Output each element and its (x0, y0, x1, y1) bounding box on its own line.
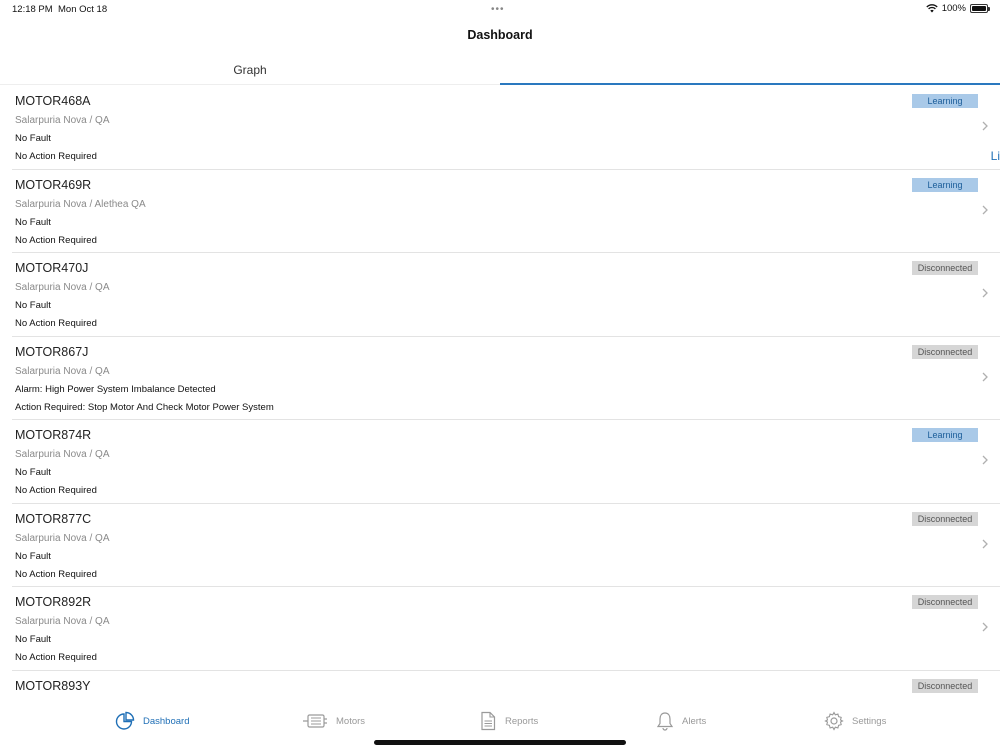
motor-location: Salarpuria Nova / QA (15, 616, 110, 627)
motor-row[interactable]: MOTOR892R Salarpuria Nova / QA No Fault … (12, 587, 1000, 671)
motor-row[interactable]: MOTOR874R Salarpuria Nova / QA No Fault … (12, 420, 1000, 504)
multitasking-dots[interactable]: ••• (491, 4, 505, 15)
motor-location: Salarpuria Nova / QA (15, 282, 110, 293)
status-badge: Learning (912, 428, 978, 442)
tab-graph[interactable]: Graph (0, 55, 500, 85)
motor-name: MOTOR469R (15, 177, 92, 192)
motor-row[interactable]: MOTOR469R Salarpuria Nova / Alethea QA N… (12, 170, 1000, 253)
motor-name: MOTOR468A (15, 94, 91, 108)
motor-name: MOTOR867J (15, 344, 89, 359)
tab-reports[interactable]: Reports (479, 710, 538, 732)
chevron-right-icon (982, 622, 988, 632)
motor-fault: No Fault (15, 467, 51, 478)
chevron-right-icon (982, 539, 988, 548)
motor-row[interactable]: MOTOR867J Salarpuria Nova / QA Alarm: Hi… (12, 337, 1000, 420)
motor-fault: No Fault (15, 300, 51, 311)
status-badge: Learning (912, 177, 978, 192)
tab-dashboard-label: Dashboard (143, 715, 190, 727)
battery-icon (970, 4, 990, 13)
tab-motors-label: Motors (336, 715, 366, 727)
segmented-control: Graph List (0, 55, 1000, 163)
motor-location: Salarpuria Nova / Alethea QA (15, 198, 146, 210)
motor-location: Salarpuria Nova / QA (15, 365, 110, 377)
motor-location: Salarpuria Nova / QA (15, 449, 110, 460)
status-badge: Disconnected (912, 678, 978, 693)
status-time: 12:18 PM (12, 4, 53, 15)
wifi-icon (926, 4, 938, 13)
motor-action: No Action Required (15, 652, 97, 663)
status-badge: Disconnected (912, 261, 978, 275)
tab-settings[interactable]: Settings (824, 710, 886, 732)
document-icon (481, 711, 496, 731)
pie-chart-icon (115, 711, 135, 730)
motor-action: No Action Required (15, 151, 97, 162)
motor-fault: No Fault (15, 634, 51, 645)
motor-fault: No Fault (15, 550, 51, 562)
motor-location: Salarpuria Nova / QA (15, 115, 110, 126)
motor-name: MOTOR877C (15, 511, 92, 526)
tab-alerts-label: Alerts (682, 715, 707, 727)
status-badge: Disconnected (912, 511, 978, 526)
battery-fill (972, 6, 986, 11)
motor-fault: No Fault (15, 216, 51, 228)
battery-percent: 100% (941, 3, 966, 14)
status-badge: Disconnected (912, 595, 978, 609)
motor-action: No Action Required (15, 234, 97, 246)
motor-name: MOTOR470J (15, 261, 89, 275)
tab-settings-label: Settings (852, 715, 887, 727)
motor-row[interactable]: MOTOR470J Salarpuria Nova / QA No Fault … (12, 253, 1000, 337)
motor-action: No Action Required (15, 568, 97, 580)
motor-row[interactable]: MOTOR468A Salarpuria Nova / QA No Fault … (12, 86, 1000, 170)
chevron-right-icon (982, 455, 988, 465)
motor-row[interactable]: MOTOR877C Salarpuria Nova / QA No Fault … (12, 504, 1000, 587)
status-bar: 12:18 PM Mon Oct 18 ••• 100% (0, 0, 1000, 18)
motor-fault: Alarm: High Power System Imbalance Detec… (15, 383, 216, 395)
selected-tab-indicator (500, 83, 1000, 85)
chevron-right-icon (982, 288, 988, 298)
home-indicator[interactable] (374, 740, 626, 745)
motor-row[interactable]: MOTOR893Y Salarpuria Nova / QA Disconnec… (12, 671, 1000, 700)
status-right: 100% (926, 3, 990, 14)
gear-icon (824, 711, 844, 731)
status-badge: Disconnected (912, 344, 978, 359)
motor-name: MOTOR874R (15, 428, 92, 442)
motor-location: Salarpuria Nova / QA (15, 532, 110, 544)
motor-icon (303, 714, 327, 728)
chevron-right-icon (982, 372, 988, 381)
chevron-right-icon (982, 121, 988, 131)
tab-reports-label: Reports (505, 715, 539, 727)
status-date: Mon Oct 18 (58, 4, 108, 15)
tab-motors[interactable]: Motors (302, 710, 365, 732)
motor-list[interactable]: MOTOR468A Salarpuria Nova / QA No Fault … (0, 86, 1000, 700)
motor-action: No Action Required (15, 318, 97, 329)
status-badge: Learning (912, 94, 978, 108)
bell-icon (656, 712, 674, 731)
tab-dashboard[interactable]: Dashboard (115, 710, 189, 732)
motor-action: Action Required: Stop Motor And Check Mo… (15, 401, 274, 413)
tab-alerts[interactable]: Alerts (656, 710, 706, 732)
motor-fault: No Fault (15, 133, 51, 144)
motor-name: MOTOR893Y (15, 678, 91, 693)
page-title: Dashboard (467, 28, 533, 42)
motor-action: No Action Required (15, 485, 97, 496)
chevron-right-icon (982, 205, 988, 214)
motor-name: MOTOR892R (15, 595, 92, 609)
